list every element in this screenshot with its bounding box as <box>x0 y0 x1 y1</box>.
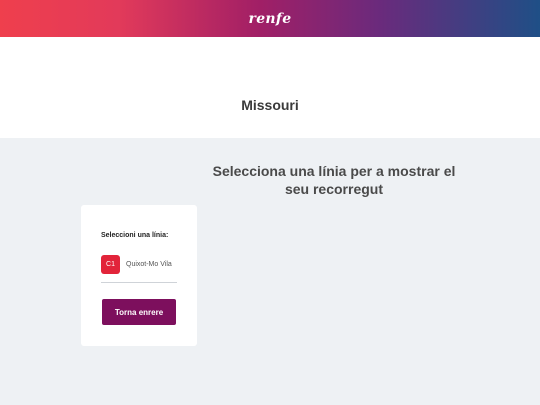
panel-label: Seleccioni una línia: <box>101 232 169 239</box>
line-selector-panel: Seleccioni una línia: C1 Quixot-Mo Vila … <box>81 205 197 346</box>
top-bar: renfe <box>0 0 540 37</box>
main-content: Selecciona una línia per a mostrar el se… <box>0 138 540 405</box>
line-name: Quixot-Mo Vila <box>126 261 172 268</box>
line-option-c1[interactable]: C1 Quixot-Mo Vila <box>101 255 177 283</box>
select-line-prompt: Selecciona una línia per a mostrar el se… <box>212 163 456 197</box>
page-title: Missouri <box>241 96 299 113</box>
back-button[interactable]: Torna enrere <box>102 299 176 325</box>
renfe-logo[interactable]: renfe <box>249 11 292 27</box>
title-band: Missouri <box>0 37 540 138</box>
line-badge: C1 <box>101 255 120 274</box>
